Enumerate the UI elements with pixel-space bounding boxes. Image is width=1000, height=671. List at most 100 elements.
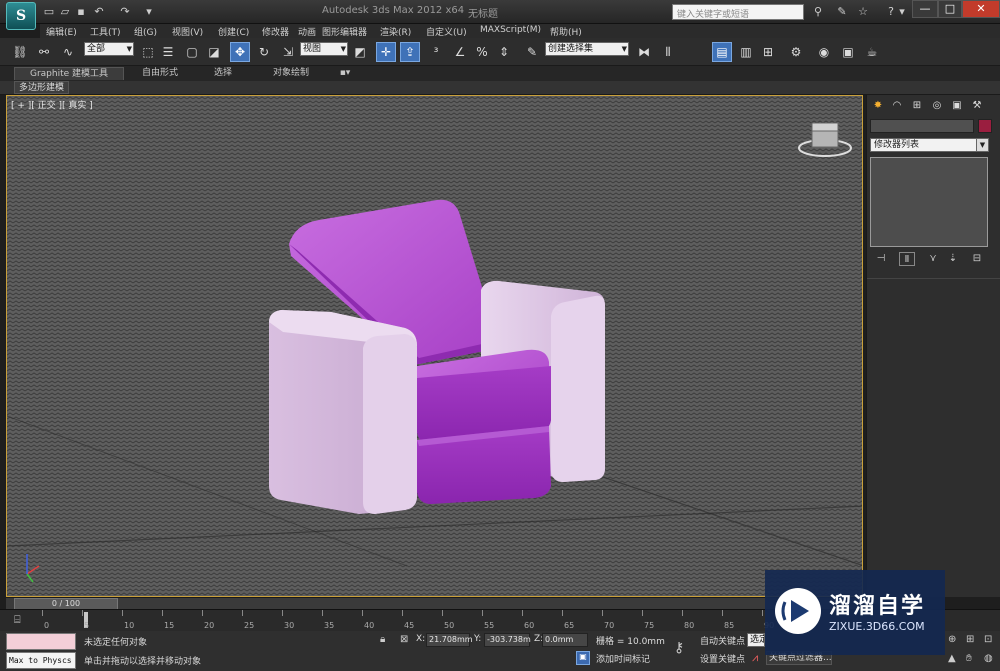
subscription-icon[interactable]: ✎ (834, 4, 850, 20)
percent-snap-icon[interactable]: % (472, 42, 492, 62)
ref-coord-dropdown[interactable]: 视图 ▼ (300, 42, 348, 56)
layer-manager-icon[interactable]: ▤ (712, 42, 732, 62)
select-manipulate-icon[interactable]: ✛ (376, 42, 396, 62)
help-dropdown-icon[interactable]: ▾ (898, 4, 906, 20)
object-color-swatch[interactable] (978, 119, 992, 133)
menu-tools[interactable]: 工具(T) (90, 25, 121, 38)
utilities-tab-icon[interactable]: ⚒ (969, 98, 985, 114)
viewport-label[interactable]: [ + ][ 正交 ][ 真实 ] (11, 98, 93, 111)
key-mode-icon[interactable]: ⩘ (752, 651, 758, 665)
window-crossing-icon[interactable]: ◪ (204, 42, 224, 62)
open-file-icon[interactable]: ▱ (58, 5, 72, 18)
key-icon[interactable]: ⚷ (674, 640, 684, 656)
menu-create[interactable]: 创建(C) (218, 25, 249, 38)
z-coord-field[interactable]: 0.0mm (542, 633, 588, 647)
render-icon[interactable]: ☕ (862, 42, 882, 62)
remove-modifier-icon[interactable]: ⇣ (945, 252, 961, 266)
configure-modifier-sets-icon[interactable]: ⊟ (969, 252, 985, 266)
select-rotate-icon[interactable]: ↻ (254, 42, 274, 62)
viewport-scene[interactable] (7, 96, 863, 597)
pan-icon[interactable]: ✋︎ (966, 653, 972, 664)
graphite-toggle-icon[interactable]: ▥ (736, 42, 756, 62)
help-icon[interactable]: ? (883, 4, 899, 20)
link-icon[interactable]: ⛓ (10, 42, 30, 62)
unlink-icon[interactable]: ⚯ (34, 42, 54, 62)
polygon-modeling-panel[interactable]: 多边形建模 (14, 81, 70, 94)
perspective-viewport[interactable]: [ + ][ 正交 ][ 真实 ] (6, 95, 863, 597)
lock-icon[interactable]: 🔒︎ (380, 634, 385, 645)
y-coord-field[interactable]: -303.738m (484, 633, 531, 647)
modifier-list-dropdown[interactable]: 修改器列表 (870, 138, 989, 152)
set-key-label[interactable]: 设置关键点 (700, 652, 745, 665)
angle-snap-icon[interactable]: ∠ (450, 42, 470, 62)
menu-help[interactable]: 帮助(H) (550, 25, 582, 38)
create-tab-icon[interactable]: ✸ (870, 98, 886, 114)
named-selection-dropdown[interactable]: 创建选择集 ▼ (545, 42, 629, 56)
zoom-icon[interactable]: ⊕ (948, 634, 956, 645)
select-move-icon[interactable]: ✥ (230, 42, 250, 62)
absolute-mode-icon[interactable]: ⊠ (400, 634, 408, 645)
modify-tab-icon[interactable]: ◠ (889, 98, 905, 114)
hierarchy-tab-icon[interactable]: ⊞ (909, 98, 925, 114)
orbit-icon[interactable]: ◍ (984, 653, 993, 664)
maxscript-mini-listener[interactable]: Max to Physcs ( (6, 652, 76, 669)
add-time-tag[interactable]: 添加时间标记 (596, 652, 650, 665)
menu-views[interactable]: 视图(V) (172, 25, 203, 38)
search-input[interactable]: 键入关键字或短语 (672, 4, 804, 20)
tab-selection[interactable]: 选择 (200, 67, 246, 80)
spinner-snap-icon[interactable]: ⇕ (494, 42, 514, 62)
chevron-down-icon[interactable]: ▼ (976, 138, 989, 152)
auto-key-mode-dropdown[interactable]: 选定对象 (747, 633, 765, 647)
select-by-name-icon[interactable]: ☰ (158, 42, 178, 62)
mini-curve-editor-icon[interactable]: ⌸ (14, 613, 21, 627)
undo-icon[interactable]: ↶ (92, 5, 106, 18)
tab-graphite[interactable]: Graphite 建模工具 (14, 67, 124, 80)
make-unique-icon[interactable]: ⋎ (925, 252, 941, 266)
ribbon-options-icon[interactable]: ▪▾ (336, 67, 354, 80)
tab-freeform[interactable]: 自由形式 (132, 67, 188, 80)
menu-graph-editors[interactable]: 图形编辑器 (322, 25, 367, 38)
zoom-extents-all-icon[interactable]: ⊡ (984, 634, 992, 645)
menu-animation[interactable]: 动画 (298, 25, 316, 38)
save-file-icon[interactable]: ▪ (74, 5, 88, 18)
menu-maxscript[interactable]: MAXScript(M) (480, 25, 541, 35)
time-tag-icon[interactable]: ▣ (576, 651, 590, 665)
maximize-button[interactable]: □ (938, 0, 962, 18)
motion-tab-icon[interactable]: ◎ (929, 98, 945, 114)
show-end-result-icon[interactable]: Ⅱ (899, 252, 915, 266)
schematic-view-icon[interactable]: ⚙ (786, 42, 806, 62)
align-icon[interactable]: ⫴ (658, 42, 678, 62)
new-file-icon[interactable]: ▭ (42, 5, 56, 18)
select-object-icon[interactable]: ⬚ (138, 42, 158, 62)
close-button[interactable]: ✕ (962, 0, 1000, 18)
render-setup-icon[interactable]: ▣ (838, 42, 858, 62)
keyboard-shortcut-icon[interactable]: ⇪ (400, 42, 420, 62)
display-tab-icon[interactable]: ▣ (949, 98, 965, 114)
auto-key-label[interactable]: 自动关键点 (700, 634, 745, 647)
pin-stack-icon[interactable]: ⊣ (873, 252, 889, 266)
tab-object-paint[interactable]: 对象绘制 (258, 67, 324, 80)
material-editor-icon[interactable]: ◉ (814, 42, 834, 62)
star-icon[interactable]: ☆ (855, 4, 871, 20)
app-logo-icon[interactable]: S (6, 2, 36, 30)
menu-customize[interactable]: 自定义(U) (426, 25, 467, 38)
minimize-button[interactable]: — (912, 0, 938, 18)
redo-icon[interactable]: ↷ (118, 5, 132, 18)
menu-modifiers[interactable]: 修改器 (262, 25, 289, 38)
time-slider[interactable]: 0 / 100 (6, 597, 863, 610)
edit-named-selection-icon[interactable]: ✎ (522, 42, 542, 62)
field-of-view-icon[interactable]: ▲ (948, 653, 956, 664)
maxscript-listener-output[interactable] (6, 633, 76, 650)
bind-space-warp-icon[interactable]: ∿ (58, 42, 78, 62)
menu-group[interactable]: 组(G) (134, 25, 157, 38)
x-coord-field[interactable]: 21.708mm (426, 633, 473, 647)
pivot-center-icon[interactable]: ◩ (350, 42, 370, 62)
rect-selection-icon[interactable]: ▢ (182, 42, 202, 62)
modifier-stack[interactable] (870, 157, 988, 247)
zoom-extents-icon[interactable]: ⊞ (966, 634, 974, 645)
quick-access-dropdown-icon[interactable]: ▾ (142, 5, 156, 18)
snap-toggle-icon[interactable]: ³ (426, 42, 446, 62)
menu-edit[interactable]: 编辑(E) (46, 25, 77, 38)
object-name-field[interactable] (870, 119, 974, 133)
menu-rendering[interactable]: 渲染(R) (380, 25, 411, 38)
